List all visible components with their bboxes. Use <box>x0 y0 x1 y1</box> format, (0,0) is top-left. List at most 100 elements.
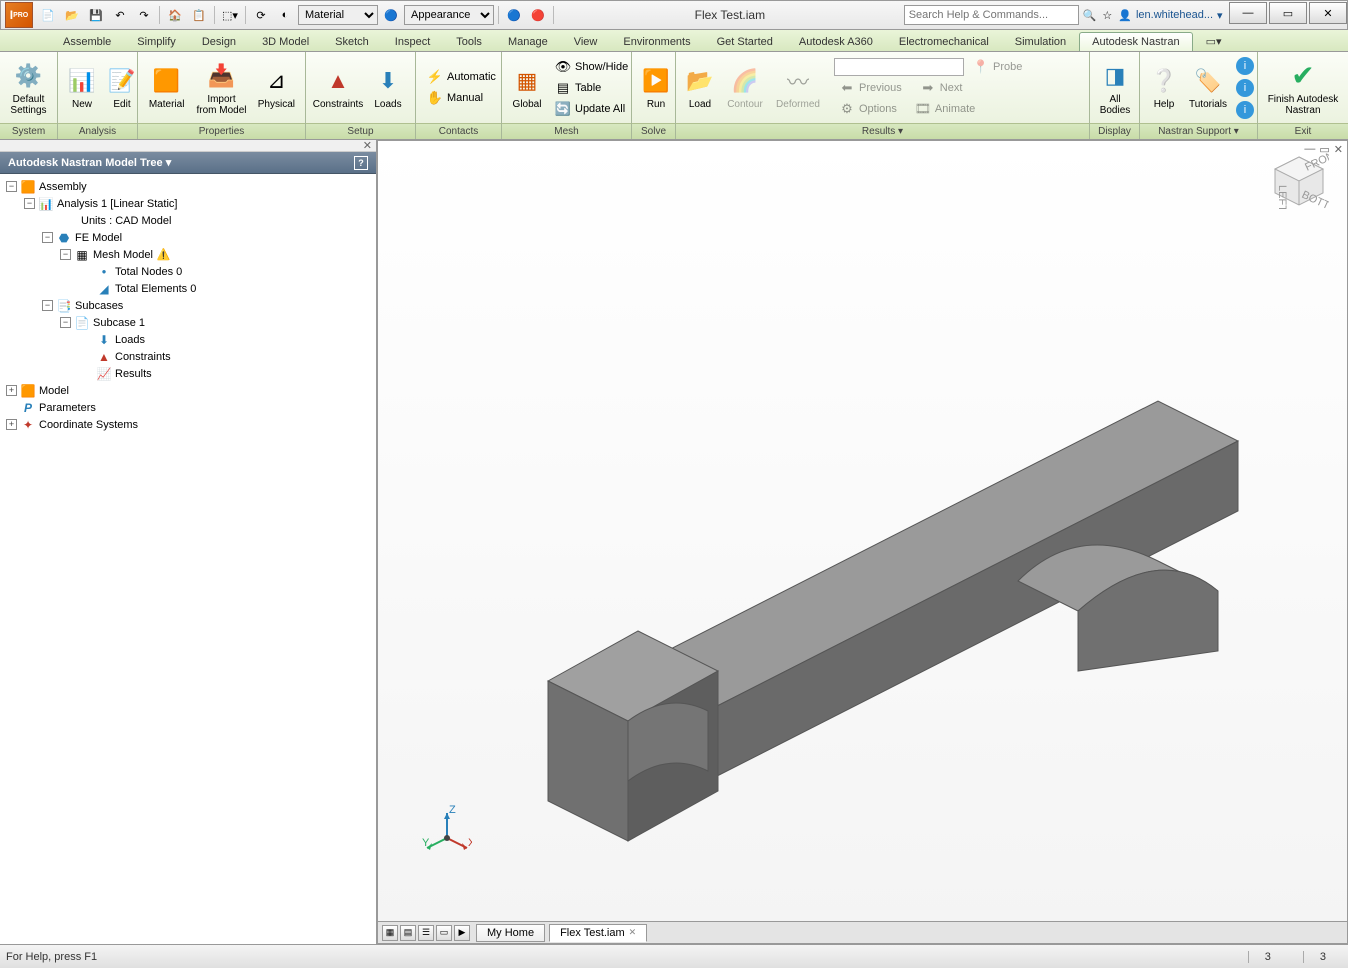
tab-assemble[interactable]: Assemble <box>50 32 124 51</box>
tab-sketch[interactable]: Sketch <box>322 32 382 51</box>
view-mode-3[interactable]: ☰ <box>418 925 434 941</box>
tree-node-meshmodel[interactable]: −▦Mesh Model⚠️ <box>4 246 372 263</box>
tree-node-subcases[interactable]: −📑Subcases <box>4 297 372 314</box>
tree-help-icon[interactable]: ? <box>354 156 368 170</box>
help-big-button[interactable]: ❔Help <box>1146 55 1182 121</box>
doc-tab-home[interactable]: My Home <box>476 924 545 942</box>
refresh-button[interactable]: ⟳ <box>250 4 272 26</box>
tree-node-results[interactable]: 📈Results <box>4 365 372 382</box>
home-button[interactable]: 🏠 <box>164 4 186 26</box>
tree-node-constraints[interactable]: ▲Constraints <box>4 348 372 365</box>
update-all-mesh-button[interactable]: 🔄Update All <box>550 99 633 119</box>
expander-icon[interactable]: − <box>60 317 71 328</box>
viewport-close-icon[interactable]: ✕ <box>1334 143 1343 156</box>
tab-simulation[interactable]: Simulation <box>1002 32 1079 51</box>
tree-title[interactable]: Autodesk Nastran Model Tree ▾? <box>0 152 376 174</box>
show-hide-mesh-button[interactable]: 👁Show/Hide <box>550 57 633 77</box>
tab-tools[interactable]: Tools <box>443 32 495 51</box>
close-tab-icon[interactable]: ✕ <box>629 927 637 938</box>
info2-button[interactable]: i <box>1236 79 1254 97</box>
tree-node-parameters[interactable]: PParameters <box>4 399 372 416</box>
manual-contacts-button[interactable]: ✋Manual <box>422 88 501 108</box>
tab-getstarted[interactable]: Get Started <box>704 32 786 51</box>
tree-node-totalelements[interactable]: ◢Total Elements 0 <box>4 280 372 297</box>
tab-manage[interactable]: Manage <box>495 32 561 51</box>
clear-appearance-button[interactable]: 🔴 <box>527 4 549 26</box>
user-menu[interactable]: 👤 len.whitehead...▾ <box>1118 9 1222 22</box>
appearance-dropdown[interactable]: Appearance <box>404 5 494 25</box>
doc-tab-current[interactable]: Flex Test.iam✕ <box>549 924 647 942</box>
tab-a360[interactable]: Autodesk A360 <box>786 32 886 51</box>
save-button[interactable]: 💾 <box>85 4 107 26</box>
load-results-button[interactable]: 📂Load <box>682 55 718 121</box>
select-button[interactable]: ⬚▾ <box>219 4 241 26</box>
expander-icon[interactable]: + <box>6 385 17 396</box>
all-bodies-button[interactable]: ◨All Bodies <box>1096 55 1134 121</box>
mesh-table-button[interactable]: ▤Table <box>550 78 633 98</box>
tab-view[interactable]: View <box>561 32 611 51</box>
tab-electromechanical[interactable]: Electromechanical <box>886 32 1002 51</box>
view-mode-5[interactable]: ▶ <box>454 925 470 941</box>
viewport[interactable]: — ▭ ✕ FRONT BOTTOM LEFT <box>377 140 1348 944</box>
tab-design[interactable]: Design <box>189 32 249 51</box>
tutorials-button[interactable]: 🏷️Tutorials <box>1186 55 1230 121</box>
expander-icon[interactable]: − <box>60 249 71 260</box>
new-file-button[interactable]: 📄 <box>37 4 59 26</box>
tab-autodesk-nastran[interactable]: Autodesk Nastran <box>1079 32 1192 51</box>
tree-node-assembly[interactable]: −🟧Assembly <box>4 178 372 195</box>
tab-environments[interactable]: Environments <box>610 32 703 51</box>
tab-3dmodel[interactable]: 3D Model <box>249 32 322 51</box>
expander-icon[interactable]: + <box>6 419 17 430</box>
tree-node-loads[interactable]: ⬇Loads <box>4 331 372 348</box>
view-mode-2[interactable]: ▤ <box>400 925 416 941</box>
automatic-contacts-button[interactable]: ⚡Automatic <box>422 67 501 87</box>
run-button[interactable]: ▶️Run <box>638 55 674 121</box>
maximize-button[interactable]: ▭ <box>1269 2 1307 24</box>
import-from-model-button[interactable]: 📥Import from Model <box>193 55 249 121</box>
appearance-picker-icon[interactable]: 🔵 <box>380 4 402 26</box>
info3-button[interactable]: i <box>1236 101 1254 119</box>
tree-node-model[interactable]: +🟧Model <box>4 382 372 399</box>
material-picker-icon[interactable]: ◐ <box>274 4 296 26</box>
tree-node-totalnodes[interactable]: ●Total Nodes 0 <box>4 263 372 280</box>
default-settings-button[interactable]: ⚙️Default Settings <box>6 55 51 121</box>
new-analysis-button[interactable]: 📊New <box>64 55 100 121</box>
material-dropdown[interactable]: Material <box>298 5 378 25</box>
favorite-button[interactable]: ☆ <box>1102 9 1112 22</box>
finish-button[interactable]: ✔Finish Autodesk Nastran <box>1264 55 1342 121</box>
search-go-button[interactable]: 🔍 <box>1083 9 1097 22</box>
tab-simplify[interactable]: Simplify <box>124 32 189 51</box>
app-icon[interactable]: IPRO <box>5 2 33 28</box>
tree-node-subcase1[interactable]: −📄Subcase 1 <box>4 314 372 331</box>
refine-appearance-button[interactable]: 🔵 <box>503 4 525 26</box>
physical-button[interactable]: ⊿Physical <box>254 55 299 121</box>
expander-icon[interactable]: − <box>6 181 17 192</box>
tree-node-analysis[interactable]: −📊Analysis 1 [Linear Static] <box>4 195 372 212</box>
edit-analysis-button[interactable]: 📝Edit <box>104 55 140 121</box>
view-mode-4[interactable]: ▭ <box>436 925 452 941</box>
minimize-button[interactable]: — <box>1229 2 1267 24</box>
tree-node-coordsystems[interactable]: +✦Coordinate Systems <box>4 416 372 433</box>
open-file-button[interactable]: 📂 <box>61 4 83 26</box>
close-button[interactable]: ✕ <box>1309 2 1347 24</box>
tree-node-femodel[interactable]: −⬣FE Model <box>4 229 372 246</box>
expander-icon[interactable]: − <box>24 198 35 209</box>
expander-icon[interactable]: − <box>42 300 53 311</box>
team-web-button[interactable]: 📋 <box>188 4 210 26</box>
view-mode-1[interactable]: ▦ <box>382 925 398 941</box>
constraints-button[interactable]: ▲Constraints <box>312 55 364 121</box>
material-button[interactable]: 🟧Material <box>144 55 189 121</box>
info1-button[interactable]: i <box>1236 57 1254 75</box>
search-input[interactable] <box>904 5 1079 25</box>
expander-icon[interactable]: − <box>42 232 53 243</box>
global-mesh-button[interactable]: ▦Global <box>508 55 546 121</box>
tab-inspect[interactable]: Inspect <box>382 32 443 51</box>
undo-button[interactable]: ↶ <box>109 4 131 26</box>
loads-button[interactable]: ⬇Loads <box>368 55 408 121</box>
results-combo[interactable] <box>834 58 964 76</box>
tab-overflow-button[interactable]: ▭▾ <box>1193 31 1235 51</box>
viewcube[interactable]: FRONT BOTTOM LEFT <box>1269 153 1329 209</box>
tree-close-icon[interactable]: ✕ <box>363 139 372 152</box>
redo-button[interactable]: ↷ <box>133 4 155 26</box>
tree-node-units[interactable]: Units : CAD Model <box>4 212 372 229</box>
